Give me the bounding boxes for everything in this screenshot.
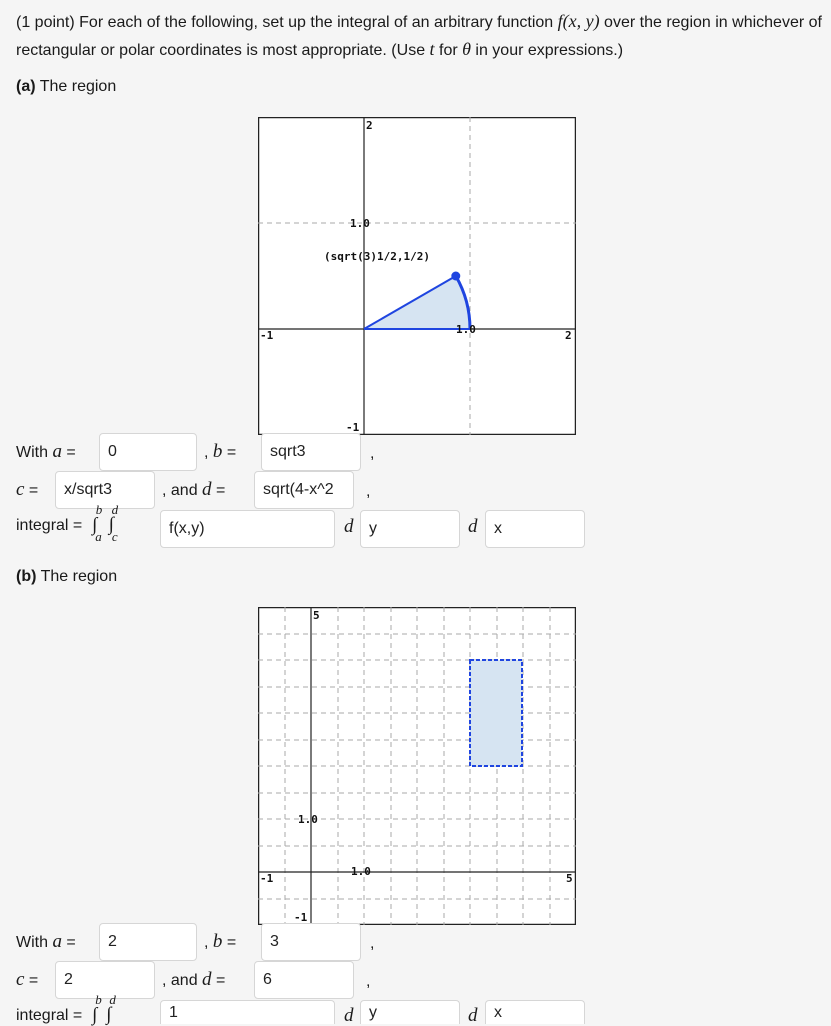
b-input-part-b[interactable] xyxy=(261,923,361,961)
d-input-part-b[interactable] xyxy=(254,961,354,999)
comma: , xyxy=(366,973,371,990)
d-input-part-a[interactable] xyxy=(254,471,354,509)
part-b-graph-svg: -1 5 5 -1 1.0 1.0 xyxy=(258,607,576,925)
part-a-label: (a) The region xyxy=(16,78,117,95)
d-label: , and d = xyxy=(162,479,226,500)
integral-label: integral = xyxy=(16,1007,83,1024)
region-b-rect xyxy=(469,659,523,767)
integrand-input-part-a[interactable] xyxy=(160,510,335,548)
tick-x-pos: 2 xyxy=(565,329,572,342)
b-label: , b = xyxy=(204,441,237,462)
with-a-label: With a = xyxy=(16,441,76,462)
part-b-graph: -1 5 5 -1 1.0 1.0 xyxy=(258,607,576,925)
a-input-part-a[interactable] xyxy=(99,433,197,471)
part-a-graph: -1 2 2 -1 1.0 1.0 (sqrt(3)1/2,1/2) xyxy=(258,117,576,435)
with-a-label: With a = xyxy=(16,931,76,952)
c-input-part-b[interactable] xyxy=(55,961,155,999)
b-input-part-a[interactable] xyxy=(261,433,361,471)
d1-input-part-b[interactable] xyxy=(360,1000,460,1024)
comma: , xyxy=(370,935,375,952)
region-a-point xyxy=(451,271,461,281)
d2-label: d xyxy=(468,516,478,537)
comma: , xyxy=(370,445,375,462)
problem-statement: (1 point) For each of the following, set… xyxy=(16,11,822,59)
tick-y-pos: 2 xyxy=(366,119,373,132)
comma: , xyxy=(366,483,371,500)
d2-input-part-a[interactable] xyxy=(485,510,585,548)
b-label: , b = xyxy=(204,931,237,952)
c-input-part-a[interactable] xyxy=(55,471,155,509)
integrand-input-part-b[interactable] xyxy=(160,1000,335,1024)
d2-input-part-b[interactable] xyxy=(485,1000,585,1024)
part-a-graph-svg: -1 2 2 -1 1.0 1.0 (sqrt(3)1/2,1/2) xyxy=(258,117,576,435)
tick-x-pos: 5 xyxy=(566,872,573,885)
c-label: c = xyxy=(16,969,39,990)
tick-y-unit: 1.0 xyxy=(350,217,370,230)
d1-label: d xyxy=(344,516,354,537)
d1-label: d xyxy=(344,1005,354,1026)
function-symbol: f(x, y) xyxy=(557,11,600,31)
d2-label: d xyxy=(468,1005,478,1026)
d-label: , and d = xyxy=(162,969,226,990)
tick-y-pos: 5 xyxy=(313,609,320,622)
integral-label: integral = xyxy=(16,517,83,534)
c-label: c = xyxy=(16,479,39,500)
tick-x-unit: 1.0 xyxy=(351,865,371,878)
part-b-label: (b) The region xyxy=(16,568,118,585)
a-input-part-b[interactable] xyxy=(99,923,197,961)
tick-x-neg: -1 xyxy=(260,872,274,885)
d1-input-part-a[interactable] xyxy=(360,510,460,548)
integral-symbols: ∫ab ∫cd xyxy=(92,502,119,544)
point-label: (sqrt(3)1/2,1/2) xyxy=(324,250,430,263)
integral-symbols: ∫b ∫d xyxy=(92,992,116,1026)
tick-x-neg: -1 xyxy=(260,329,274,342)
tick-y-unit: 1.0 xyxy=(298,813,318,826)
tick-x-unit: 1.0 xyxy=(456,323,476,336)
